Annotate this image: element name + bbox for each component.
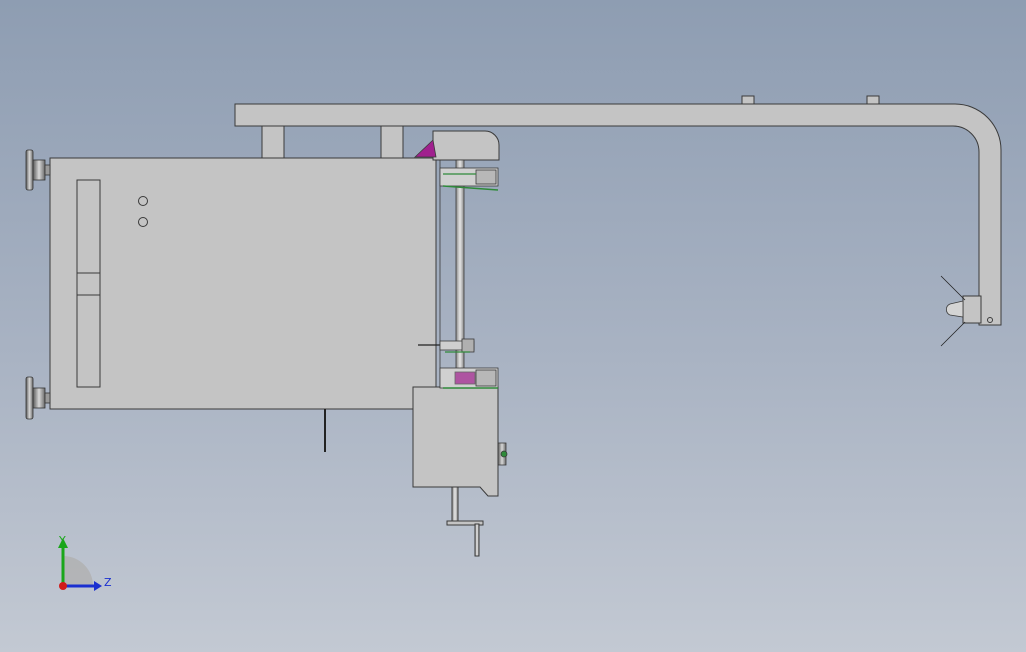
end-probe — [940, 275, 966, 347]
gearbox-knob — [497, 442, 508, 466]
lower-gearbox — [412, 386, 499, 497]
arm-clip-2 — [866, 95, 880, 105]
triad-y-label: Y — [58, 534, 66, 547]
leveling-foot-top — [25, 149, 51, 191]
magenta-bracket — [413, 139, 437, 158]
arm-post-right — [380, 125, 404, 159]
arm-clip-1 — [741, 95, 755, 105]
left-rail — [76, 179, 101, 388]
crank-grip — [474, 523, 480, 557]
cad-viewport[interactable]: Y Z — [0, 0, 1026, 652]
orientation-triad: Y Z — [58, 534, 112, 591]
end-clamp — [962, 295, 982, 324]
arm-post-left — [261, 125, 285, 159]
lower-carriage — [439, 367, 499, 389]
triad-x-axis — [59, 582, 67, 590]
guide-rod — [455, 159, 465, 389]
triad-z-label: Z — [104, 576, 112, 589]
leveling-foot-bottom — [25, 376, 51, 420]
triad-quadrant — [63, 556, 93, 586]
upper-carriage — [439, 167, 499, 191]
main-body — [49, 157, 437, 410]
crank-shaft — [451, 486, 459, 524]
top-head-housing — [432, 130, 500, 161]
